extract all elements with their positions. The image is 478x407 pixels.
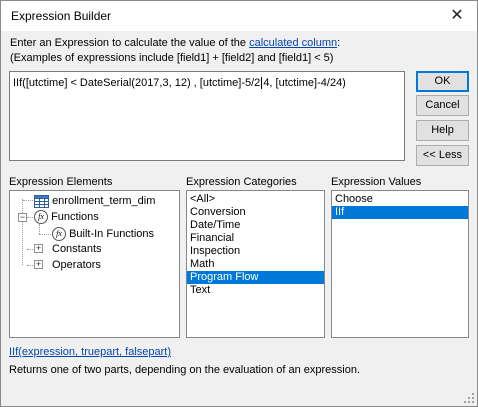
function-icon: fx — [34, 210, 48, 225]
window-title: Expression Builder — [11, 9, 112, 23]
tree-item-label: Functions — [51, 211, 99, 223]
expression-elements-tree[interactable]: enrollment_term_dim − fx Functions fx Bu… — [9, 190, 180, 338]
tree-item-table[interactable]: enrollment_term_dim — [34, 193, 155, 209]
tree-item-label: Operators — [52, 259, 101, 271]
category-item[interactable]: Text — [187, 284, 324, 297]
tree-connector — [22, 199, 23, 265]
intro-line-1: Enter an Expression to calculate the val… — [10, 37, 340, 50]
expression-text-before-caret: IIf([utctime] < DateSerial(2017,3, 12) ,… — [13, 77, 261, 89]
title-bar: Expression Builder ✕ — [1, 1, 477, 31]
table-icon — [34, 194, 49, 208]
tree-item-label: Constants — [52, 243, 102, 255]
expression-values-list[interactable]: Choose IIf — [331, 190, 469, 338]
category-item[interactable]: Inspection — [187, 245, 324, 258]
function-icon: fx — [52, 227, 66, 242]
intro-colon: : — [337, 37, 341, 49]
expression-text-after-caret: 4, [utctime]-4/24) — [263, 77, 346, 89]
tree-item-operators[interactable]: Operators — [52, 257, 101, 273]
category-item[interactable]: Conversion — [187, 206, 324, 219]
expression-values-label: Expression Values — [331, 176, 422, 188]
tree-connector — [39, 224, 40, 234]
calculated-column-link[interactable]: calculated column — [249, 37, 337, 49]
category-item[interactable]: Financial — [187, 232, 324, 245]
expression-categories-list[interactable]: <All> Conversion Date/Time Financial Inspect… — [186, 190, 325, 338]
tree-item-label: enrollment_term_dim — [52, 195, 156, 207]
intro-text: Enter an Expression to calculate the val… — [10, 37, 250, 49]
ok-button[interactable]: OK — [416, 71, 469, 92]
expression-elements-label: Expression Elements — [9, 176, 113, 188]
tree-item-label: Built-In Functions — [69, 228, 155, 240]
category-item[interactable]: Math — [187, 258, 324, 271]
cancel-button[interactable]: Cancel — [416, 95, 469, 116]
operators-expand-icon[interactable]: + — [34, 260, 43, 269]
tree-connector — [27, 217, 33, 218]
category-item[interactable]: <All> — [187, 193, 324, 206]
constants-expand-icon[interactable]: + — [34, 244, 43, 253]
expression-input[interactable]: IIf([utctime] < DateSerial(2017,3, 12) ,… — [9, 71, 405, 161]
expression-builder-window: Expression Builder ✕ Enter an Expression… — [0, 0, 478, 407]
values-items: Choose IIf — [332, 193, 468, 219]
value-item[interactable]: IIf — [332, 206, 468, 219]
category-item[interactable]: Program Flow — [187, 271, 324, 284]
less-button[interactable]: << Less — [416, 145, 469, 166]
tree-item-constants[interactable]: Constants — [52, 241, 102, 257]
tree-connector — [27, 265, 33, 266]
tree-item-built-in-functions[interactable]: fx Built-In Functions — [52, 226, 154, 242]
function-syntax-link[interactable]: IIf(expression, truepart, falsepart) — [9, 346, 171, 358]
intro-line-2: (Examples of expressions include [field1… — [10, 52, 334, 64]
function-description: Returns one of two parts, depending on t… — [9, 364, 361, 376]
tree-connector — [39, 234, 51, 235]
help-button[interactable]: Help — [416, 120, 469, 141]
tree-connector — [23, 200, 33, 201]
categories-items: <All> Conversion Date/Time Financial Inspect… — [187, 193, 324, 297]
category-item[interactable]: Date/Time — [187, 219, 324, 232]
functions-collapse-icon[interactable]: − — [18, 213, 27, 222]
expression-categories-label: Expression Categories — [186, 176, 297, 188]
resize-grip-icon[interactable] — [464, 393, 474, 403]
tree-item-functions[interactable]: fx Functions — [34, 209, 99, 225]
value-item[interactable]: Choose — [332, 193, 468, 206]
close-button[interactable]: ✕ — [437, 1, 477, 31]
tree-connector — [27, 249, 33, 250]
